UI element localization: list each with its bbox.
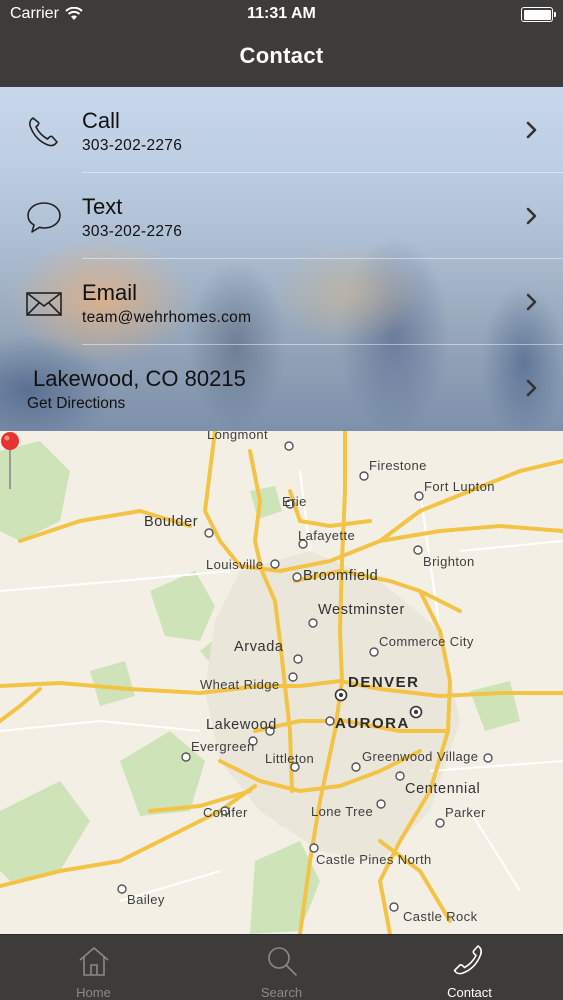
battery-icon xyxy=(521,7,556,22)
map-label-lafayette: Lafayette xyxy=(298,528,356,543)
chevron-right-icon xyxy=(526,379,537,397)
map-label-aurora: AURORA xyxy=(335,715,410,732)
map-label-lakewood: Lakewood xyxy=(206,717,277,733)
phone-icon xyxy=(453,945,482,975)
tab-home-label: Home xyxy=(76,985,111,1000)
tab-search-label: Search xyxy=(260,985,303,1000)
map-label-evergreen: Evergreen xyxy=(191,739,255,754)
tab-contact-label: Contact xyxy=(447,985,492,1000)
map-label-parker: Parker xyxy=(445,805,486,820)
map-label-conifer: Conifer xyxy=(203,805,248,820)
speech-bubble-icon xyxy=(27,202,61,233)
status-bar: Carrier 11:31 AM xyxy=(0,0,563,30)
map-label-centennial: Centennial xyxy=(405,781,481,797)
map-label-longmont: Longmont xyxy=(207,431,269,442)
map-label-littleton: Littleton xyxy=(265,751,315,766)
map-label-denver: DENVER xyxy=(348,674,420,691)
map-label-erie: Erie xyxy=(282,494,307,509)
tab-home[interactable]: Home xyxy=(0,935,187,1000)
map-label-commerce-city: Commerce City xyxy=(379,634,474,649)
contact-row-email[interactable]: Email team@wehrhomes.com xyxy=(0,259,563,345)
map-label-broomfield: Broomfield xyxy=(303,568,379,584)
chevron-right-icon xyxy=(526,207,537,225)
map-label-castle-rock: Castle Rock xyxy=(403,909,478,924)
search-icon xyxy=(268,947,297,976)
map-label-boulder: Boulder xyxy=(144,514,199,530)
chevron-right-icon xyxy=(526,293,537,311)
map-label-bailey: Bailey xyxy=(127,892,165,907)
map-label-wheat-ridge: Wheat Ridge xyxy=(200,677,280,692)
get-directions-link[interactable]: Get Directions xyxy=(27,395,125,413)
navigation-header: Carrier 11:31 AM Contact xyxy=(0,0,563,87)
location-pin-icon[interactable] xyxy=(0,431,20,491)
phone-icon xyxy=(29,117,58,147)
home-icon xyxy=(79,947,109,976)
contact-list: Call 303-202-2276 Text 303-202-2276 Emai… xyxy=(0,87,563,431)
map-label-westminster: Westminster xyxy=(318,602,405,618)
call-number: 303-202-2276 xyxy=(82,137,183,154)
contact-row-directions[interactable]: Lakewood, CO 80215 Get Directions xyxy=(0,345,563,431)
tab-bar: Home Search Contact xyxy=(0,934,563,1000)
map-view[interactable]: Longmont Firestone Fort Lupton Boulder E… xyxy=(0,431,563,934)
map-label-castle-pines-north: Castle Pines North xyxy=(316,852,432,867)
chevron-right-icon xyxy=(526,121,537,139)
envelope-icon xyxy=(26,292,62,316)
map-label-firestone: Firestone xyxy=(369,458,427,473)
tab-contact[interactable]: Contact xyxy=(376,935,563,1000)
call-label: Call xyxy=(82,108,120,133)
tab-search[interactable]: Search xyxy=(188,935,375,1000)
map-label-louisville: Louisville xyxy=(206,557,264,572)
contact-row-text[interactable]: Text 303-202-2276 xyxy=(0,173,563,259)
status-time: 11:31 AM xyxy=(247,5,316,22)
text-label: Text xyxy=(82,194,123,219)
email-label: Email xyxy=(82,280,138,305)
map-label-brighton: Brighton xyxy=(423,554,475,569)
page-title: Contact xyxy=(239,43,324,68)
address-label: Lakewood, CO 80215 xyxy=(33,366,246,391)
text-number: 303-202-2276 xyxy=(82,223,183,240)
contact-row-call[interactable]: Call 303-202-2276 xyxy=(0,87,563,173)
map-label-fort-lupton: Fort Lupton xyxy=(424,479,495,494)
map-label-arvada: Arvada xyxy=(234,639,284,655)
map-label-greenwood-village: Greenwood Village xyxy=(362,749,479,764)
map-label-lone-tree: Lone Tree xyxy=(311,804,374,819)
email-address: team@wehrhomes.com xyxy=(82,309,252,326)
